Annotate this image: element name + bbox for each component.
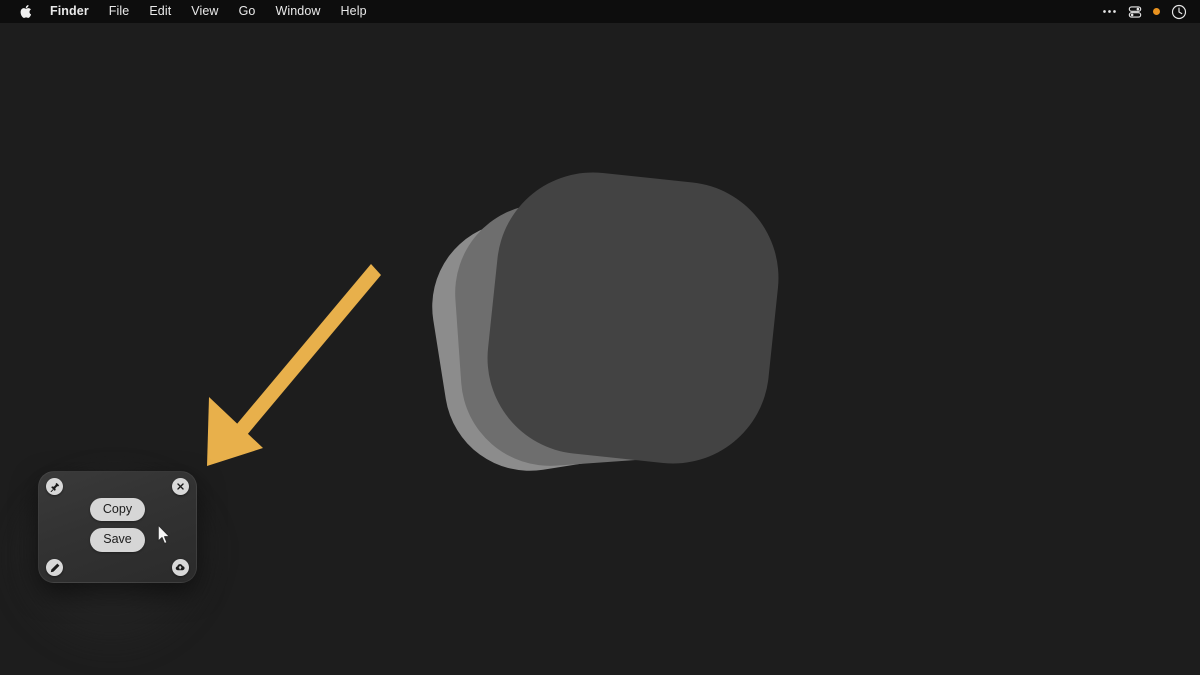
close-glyph (177, 483, 184, 490)
cloud-glyph (175, 564, 185, 571)
control-center-glyph (1128, 5, 1142, 18)
recording-indicator-dot (1153, 8, 1160, 15)
control-center-icon[interactable] (1128, 5, 1142, 19)
blob-front-shape (478, 163, 788, 473)
menu-item-go[interactable]: Go (229, 0, 266, 23)
more-options-icon[interactable] (1102, 9, 1117, 14)
close-icon[interactable] (172, 478, 189, 495)
clock-icon[interactable] (1171, 4, 1187, 20)
orange-status-dot (1153, 8, 1160, 15)
apple-glyph (20, 5, 31, 18)
menu-item-file[interactable]: File (99, 0, 140, 23)
apple-logo-icon[interactable] (12, 4, 38, 19)
save-button[interactable]: Save (90, 528, 145, 552)
screen: Copy Save Finder File Edit View Go Windo… (0, 0, 1200, 675)
menu-item-view[interactable]: View (181, 0, 228, 23)
ellipsis-glyph (1103, 10, 1116, 13)
screenshot-action-panel[interactable]: Copy Save (38, 471, 197, 583)
cloud-upload-icon[interactable] (172, 559, 189, 576)
menu-bar-left: Finder File Edit View Go Window Help (0, 0, 377, 23)
artwork-blob-cluster (419, 163, 810, 500)
pin-icon[interactable] (46, 478, 63, 495)
macos-menu-bar: Finder File Edit View Go Window Help (0, 0, 1200, 23)
menu-item-edit[interactable]: Edit (139, 0, 181, 23)
menu-bar-status-area (1102, 0, 1200, 23)
pin-glyph (50, 482, 59, 492)
panel-action-buttons: Copy Save (39, 498, 196, 552)
menu-item-window[interactable]: Window (265, 0, 330, 23)
clock-glyph (1171, 4, 1187, 19)
menu-item-help[interactable]: Help (331, 0, 377, 23)
menu-item-finder[interactable]: Finder (40, 0, 99, 23)
copy-button[interactable]: Copy (89, 498, 146, 522)
pencil-glyph (50, 563, 59, 572)
edit-pencil-icon[interactable] (46, 559, 63, 576)
